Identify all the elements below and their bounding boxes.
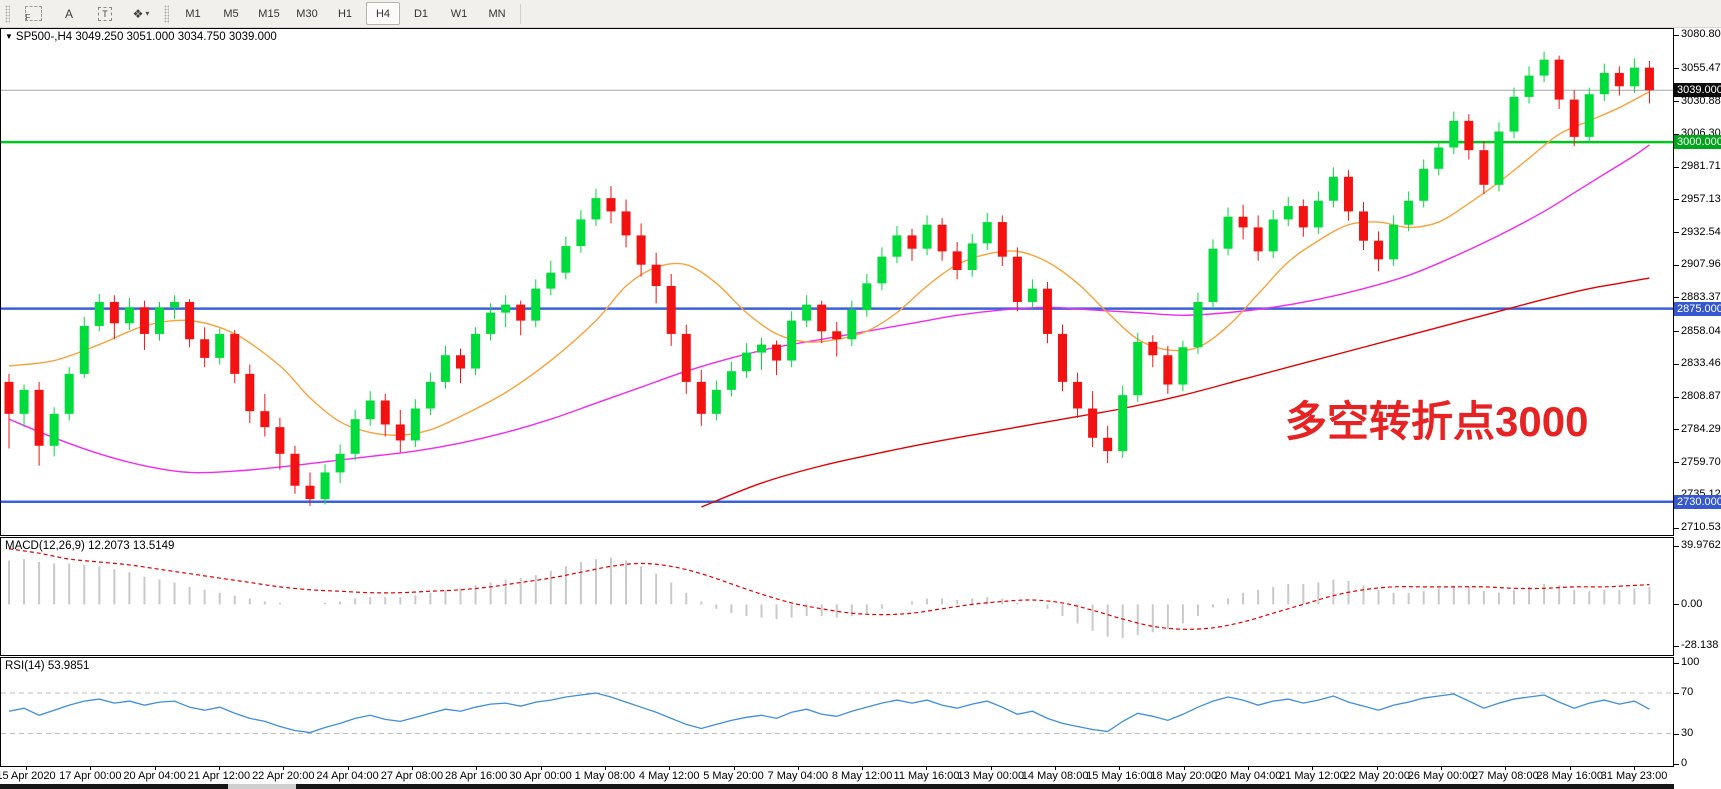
timeframe-h4-button[interactable]: H4 <box>366 2 400 25</box>
price-tick-mark <box>1674 528 1679 529</box>
rsi-tick-mark <box>1674 663 1679 664</box>
price-tick-mark <box>1674 232 1679 233</box>
macd-tick-mark <box>1674 546 1679 547</box>
rsi-tick-mark <box>1674 693 1679 694</box>
price-chart-panel[interactable]: ▼SP500-,H4 3049.250 3051.000 3034.750 30… <box>0 28 1674 536</box>
price-tick-label: 2932.545 <box>1681 226 1721 238</box>
macd-chart[interactable] <box>1 538 1673 655</box>
timeframe-m1-button[interactable]: M1 <box>176 2 210 25</box>
price-tick-mark <box>1674 397 1679 398</box>
trading-terminal-window: F A T ❖ ▾ M1 M5 M15 M30 H1 H4 D1 W1 MN ▼… <box>0 0 1721 789</box>
rsi-tick-mark <box>1674 734 1679 735</box>
price-tick-label: 3080.800 <box>1681 28 1721 40</box>
timeframe-mn-button[interactable]: MN <box>480 2 514 25</box>
timeframe-m5-button[interactable]: M5 <box>214 2 248 25</box>
rsi-indicator-panel[interactable]: RSI(14) 53.9851 <box>0 657 1674 767</box>
macd-label: MACD(12,26,9) 12.2073 13.5149 <box>5 540 174 552</box>
macd-indicator-panel[interactable]: MACD(12,26,9) 12.2073 13.5149 <box>0 537 1674 656</box>
macd-tick-mark <box>1674 646 1679 647</box>
price-level-badge: 3039.000 <box>1674 83 1721 97</box>
price-tick-mark <box>1674 199 1679 200</box>
rsi-tick-label: 100 <box>1681 656 1699 668</box>
text-tool-button[interactable]: T <box>87 2 123 25</box>
price-tick-mark <box>1674 68 1679 69</box>
price-tick-label: 2957.130 <box>1681 193 1721 205</box>
rsi-tick-label: 70 <box>1681 686 1693 698</box>
timeframe-h1-button[interactable]: H1 <box>328 2 362 25</box>
price-tick-mark <box>1674 462 1679 463</box>
price-tick-mark <box>1674 167 1679 168</box>
text-tool-icon: T <box>98 7 112 21</box>
price-tick-mark <box>1674 265 1679 266</box>
timeframe-w1-button[interactable]: W1 <box>442 2 476 25</box>
macd-tick-label: 0.00 <box>1681 598 1702 610</box>
price-tick-label: 2858.045 <box>1681 325 1721 337</box>
price-tick-label: 2833.460 <box>1681 357 1721 369</box>
time-axis-label: 31 May 23:00 <box>1589 770 1679 782</box>
rsi-label: RSI(14) 53.9851 <box>5 660 89 672</box>
price-tick-mark <box>1674 35 1679 36</box>
macd-tick-label: 39.9762 <box>1681 539 1721 551</box>
price-level-badge: 2875.000 <box>1674 302 1721 316</box>
price-tick-label: 2759.705 <box>1681 456 1721 468</box>
price-tick-label: 2784.290 <box>1681 423 1721 435</box>
price-tick-mark <box>1674 364 1679 365</box>
toolbar-grip[interactable] <box>164 5 169 23</box>
macd-tick-label: -28.138 <box>1681 639 1718 651</box>
candlestick-chart[interactable] <box>1 29 1673 535</box>
frame-tool-icon: F <box>25 6 42 21</box>
symbol-ohlc-text: SP500-,H4 3049.250 3051.000 3034.750 303… <box>16 31 277 43</box>
price-tick-mark <box>1674 429 1679 430</box>
price-level-badge: 2730.000 <box>1674 495 1721 509</box>
price-tick-mark <box>1674 297 1679 298</box>
frame-tool-button[interactable]: F <box>15 2 51 25</box>
price-tick-label: 2808.875 <box>1681 390 1721 402</box>
timeframe-m15-button[interactable]: M15 <box>252 2 286 25</box>
timeframe-d1-button[interactable]: D1 <box>404 2 438 25</box>
price-tick-label: 2710.535 <box>1681 521 1721 533</box>
chart-title: ▼SP500-,H4 3049.250 3051.000 3034.750 30… <box>5 31 277 43</box>
price-tick-mark <box>1674 331 1679 332</box>
price-tick-label: 2907.960 <box>1681 258 1721 270</box>
arrows-dropdown-button[interactable]: ❖ ▾ <box>123 2 159 25</box>
toolbar: F A T ❖ ▾ M1 M5 M15 M30 H1 H4 D1 W1 MN <box>0 0 1721 28</box>
price-tick-label: 3055.470 <box>1681 62 1721 74</box>
label-a-icon: A <box>65 7 73 21</box>
scrollbar-thumb[interactable] <box>228 784 296 789</box>
horizontal-scrollbar[interactable] <box>0 784 1674 789</box>
toolbar-grip[interactable] <box>5 5 10 23</box>
arrows-icon: ❖ <box>133 7 144 21</box>
label-tool-button[interactable]: A <box>51 2 87 25</box>
price-level-badge: 3000.000 <box>1674 135 1721 149</box>
toolbar-separator <box>520 4 521 24</box>
timeframe-m30-button[interactable]: M30 <box>290 2 324 25</box>
collapse-arrow-icon[interactable]: ▼ <box>5 32 13 41</box>
macd-tick-mark <box>1674 604 1679 605</box>
rsi-chart[interactable] <box>1 658 1673 766</box>
price-tick-mark <box>1674 101 1679 102</box>
chart-annotation-text: 多空转折点3000 <box>1285 401 1588 443</box>
time-axis[interactable]: 15 Apr 202017 Apr 00:0020 Apr 04:0021 Ap… <box>0 767 1674 784</box>
price-tick-label: 2981.715 <box>1681 160 1721 172</box>
chevron-down-icon: ▾ <box>145 9 149 18</box>
rsi-tick-mark <box>1674 764 1679 765</box>
rsi-tick-label: 0 <box>1681 757 1687 769</box>
rsi-tick-label: 30 <box>1681 727 1693 739</box>
